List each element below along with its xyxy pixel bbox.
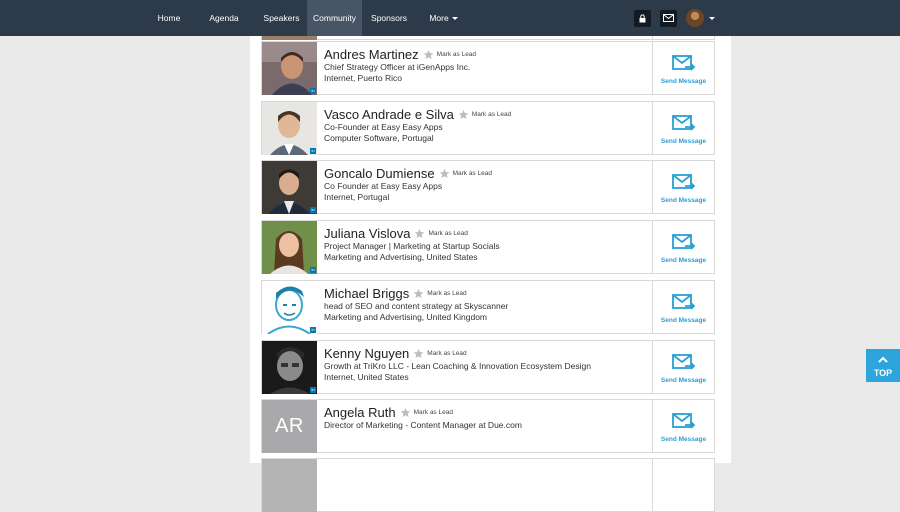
attendee-name[interactable]: Angela Ruth [324,405,396,420]
linkedin-icon: in [310,148,316,154]
attendee-list: in Andres Martinez Mark as Lead Chief St… [250,0,731,512]
star-icon[interactable] [414,228,425,239]
attendee-title: Chief Strategy Officer at iGenApps Inc. [324,62,471,72]
attendee-photo[interactable]: in [262,341,317,394]
attendee-title: Growth at TriKro LLC - Lean Coaching & I… [324,361,591,371]
envelope-arrow-icon [672,115,696,131]
mark-as-lead-link[interactable]: Mark as Lead [427,290,466,297]
top-navbar: Home Agenda Speakers Community Sponsors … [0,0,900,36]
linkedin-icon: in [310,327,316,333]
envelope-arrow-icon [672,413,696,429]
attendee-location: Internet, Portugal [324,192,390,202]
attendee-title: Co-Founder at Easy Easy Apps [324,122,443,132]
attendee-card: in Kenny Nguyen Mark as Lead Growth at T… [261,340,715,394]
send-message-label: Send Message [660,317,707,324]
main-nav: Home Agenda Speakers Community Sponsors … [146,0,471,36]
send-message-button[interactable]: Send Message [652,400,714,452]
attendee-location: Marketing and Advertising, United States [324,252,478,262]
chevron-up-icon [878,356,888,363]
lock-icon [639,13,646,22]
envelope-arrow-icon [672,55,696,71]
nav-speakers[interactable]: Speakers [256,0,307,36]
send-message-button[interactable]: Send Message [652,42,714,94]
linkedin-icon: in [310,207,316,213]
mark-as-lead-link[interactable]: Mark as Lead [428,230,467,237]
mark-as-lead-link[interactable]: Mark as Lead [437,51,476,58]
linkedin-icon: in [310,88,316,94]
send-message-button[interactable]: Send Message [652,341,714,393]
scroll-to-top-button[interactable]: TOP [866,349,900,382]
star-icon[interactable] [458,109,469,120]
attendee-photo[interactable]: in [262,221,317,274]
send-message-label: Send Message [660,138,707,145]
attendee-card: in Andres Martinez Mark as Lead Chief St… [261,41,715,95]
attendee-title: head of SEO and content strategy at Skys… [324,301,509,311]
send-message-label: Send Message [660,377,707,384]
attendee-name[interactable]: Juliana Vislova [324,226,410,241]
attendee-card: in Juliana Vislova Mark as Lead Project … [261,220,715,274]
mark-as-lead-link[interactable]: Mark as Lead [453,170,492,177]
nav-community[interactable]: Community [307,0,362,36]
attendee-initials: AR [262,400,317,453]
chevron-down-icon [451,17,458,21]
star-icon[interactable] [423,49,434,60]
attendee-title: Co Founder at Easy Easy Apps [324,181,443,191]
attendee-location: Marketing and Advertising, United Kingdo… [324,312,488,322]
send-message-label: Send Message [660,436,707,443]
attendee-card-partial-bottom [261,458,715,512]
attendee-location: Internet, United States [324,372,409,382]
send-message-button[interactable]: Send Message [652,161,714,213]
envelope-icon [663,14,674,22]
nav-sponsors[interactable]: Sponsors [362,0,416,36]
star-icon[interactable] [413,348,424,359]
mark-as-lead-link[interactable]: Mark as Lead [427,350,466,357]
scroll-to-top-label: TOP [873,368,893,378]
attendee-photo [262,459,317,512]
linkedin-icon: in [310,387,316,393]
star-icon[interactable] [413,288,424,299]
send-message-label: Send Message [660,197,707,204]
user-avatar[interactable] [686,9,704,27]
attendee-title: Director of Marketing - Content Manager … [324,420,522,430]
attendee-photo[interactable]: in [262,42,317,95]
attendee-card: in Goncalo Dumiense Mark as Lead Co Foun… [261,160,715,214]
attendee-card: AR Angela Ruth Mark as Lead Director of … [261,399,715,453]
envelope-arrow-icon [672,234,696,250]
mark-as-lead-link[interactable]: Mark as Lead [472,111,511,118]
send-message-button[interactable]: Send Message [652,221,714,273]
send-message-label: Send Message [660,78,707,85]
envelope-arrow-icon [672,354,696,370]
attendee-name[interactable]: Michael Briggs [324,286,409,301]
attendee-name[interactable]: Kenny Nguyen [324,346,409,361]
attendee-location: Computer Software, Portugal [324,133,434,143]
send-message-button[interactable]: Send Message [652,102,714,154]
send-message-label: Send Message [660,257,707,264]
attendee-title: Project Manager | Marketing at Startup S… [324,241,500,251]
messages-button[interactable] [660,9,677,27]
nav-more[interactable]: More [416,0,471,36]
envelope-arrow-icon [672,294,696,310]
attendee-photo[interactable]: AR [262,400,317,453]
attendee-name[interactable]: Andres Martinez [324,47,419,62]
envelope-arrow-icon [672,174,696,190]
mark-as-lead-link[interactable]: Mark as Lead [414,409,453,416]
nav-more-label: More [429,13,449,23]
attendee-name[interactable]: Goncalo Dumiense [324,166,435,181]
attendee-card: in Michael Briggs Mark as Lead head of S… [261,280,715,334]
lock-button[interactable] [634,9,651,27]
send-message-button[interactable]: Send Message [652,281,714,333]
nav-home[interactable]: Home [146,0,192,36]
attendee-photo[interactable]: in [262,102,317,155]
nav-agenda[interactable]: Agenda [192,0,256,36]
star-icon[interactable] [439,168,450,179]
avatar-chevron-down-icon[interactable] [709,16,715,20]
star-icon[interactable] [400,407,411,418]
attendee-name[interactable]: Vasco Andrade e Silva [324,107,454,122]
attendee-card: in Vasco Andrade e Silva Mark as Lead Co… [261,101,715,155]
attendee-location: Internet, Puerto Rico [324,73,402,83]
attendee-photo[interactable]: in [262,161,317,214]
send-message-button[interactable] [652,459,714,511]
attendee-photo[interactable]: in [262,281,317,334]
linkedin-icon: in [310,267,316,273]
